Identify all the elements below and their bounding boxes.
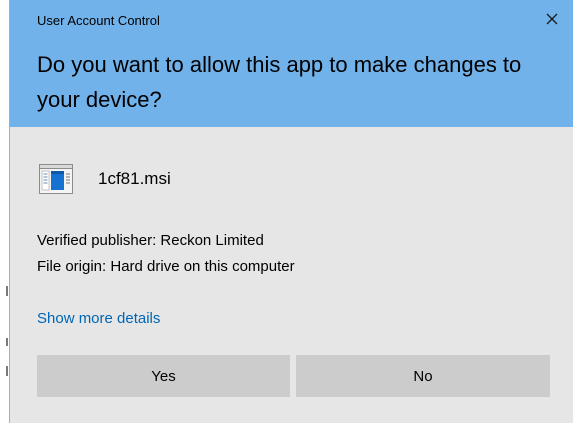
no-button[interactable]: No [296,355,550,397]
dialog-body: 1cf81.msi Verified publisher: Reckon Lim… [10,127,573,423]
app-info-row: 1cf81.msi [39,159,171,199]
background-edge-mark [6,286,8,296]
close-button[interactable] [539,6,565,32]
dialog-header: User Account Control Do you want to allo… [10,0,573,127]
background-edge-mark [6,366,8,376]
uac-dialog: User Account Control Do you want to allo… [9,0,573,423]
verified-publisher: Verified publisher: Reckon Limited [37,232,264,249]
close-icon [546,13,558,25]
app-file-name: 1cf81.msi [98,169,171,188]
permission-question: Do you want to allow this app to make ch… [37,52,522,112]
show-more-details-link[interactable]: Show more details [37,310,160,327]
installer-file-icon [39,162,73,196]
dialog-title: User Account Control [37,13,160,28]
yes-button[interactable]: Yes [37,355,290,397]
file-origin: File origin: Hard drive on this computer [37,258,295,275]
background-edge-mark [6,338,8,346]
